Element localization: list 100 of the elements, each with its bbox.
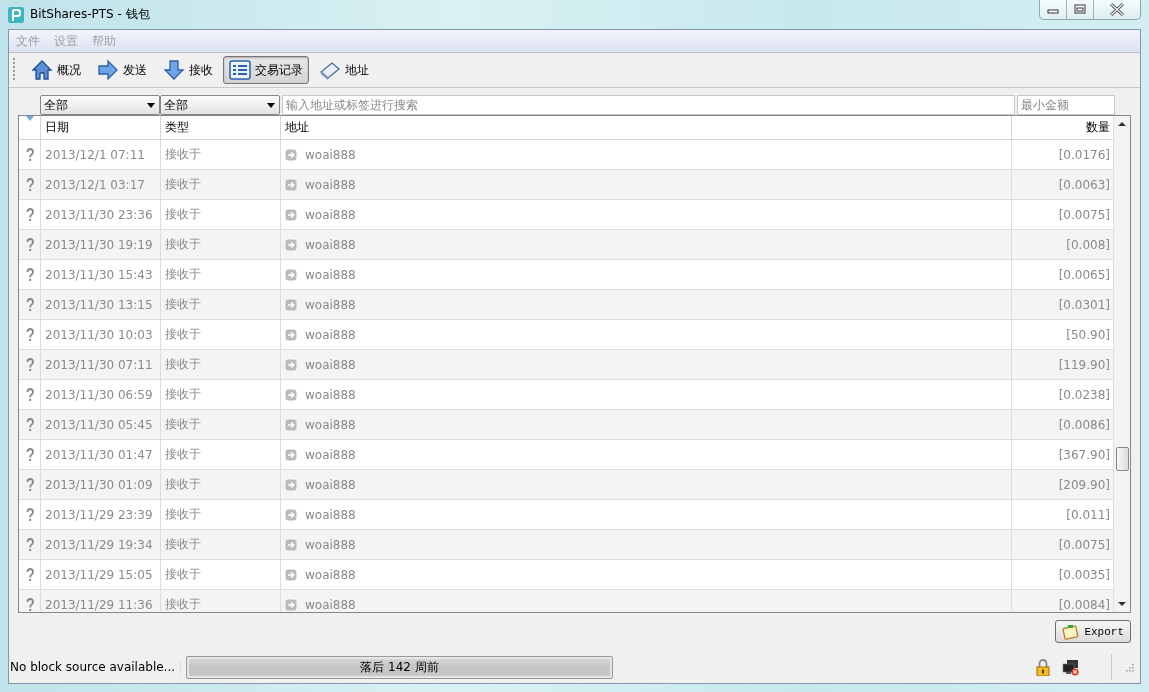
table-cell-text: [209.90] [1057,476,1111,494]
question-mark-icon [25,417,34,432]
question-mark-icon [25,177,34,192]
table-cell: woai888 [305,177,356,192]
question-mark-icon [25,447,34,462]
table-cell: 接收于 [161,410,281,439]
table-cell: 2013/11/30 07:11 [41,350,161,379]
table-cell: woai888 [305,567,356,582]
app-logo-icon [8,6,24,23]
arrow-in-box-icon [285,238,297,251]
table-cell: woai888 [305,327,356,342]
column-header[interactable]: 类型 [161,116,281,139]
arrow-in-box-icon [285,568,297,581]
scrollbar-thumb[interactable] [1115,447,1129,471]
table-cell: woai888 [305,447,356,462]
resize-grip-icon[interactable] [1124,662,1134,672]
arrow-in-box-icon [285,508,297,521]
table-cell: 接收于 [161,350,281,379]
table-cell: woai888 [305,387,356,402]
table-cell: 接收于 [161,440,281,469]
question-mark-icon [25,507,34,522]
table-cell: woai888 [305,477,356,492]
home-icon [31,59,53,81]
table-cell: 2013/11/30 13:15 [41,290,161,319]
dropdown[interactable]: 全部 [160,95,280,115]
table-cell: 接收于 [161,530,281,559]
table-cell: 2013/12/1 07:11 [41,140,161,169]
card-icon [319,60,341,80]
table-cell: 2013/11/30 15:43 [41,260,161,289]
table-cell: 接收于 [161,200,281,229]
table-cell: woai888 [305,507,356,522]
arrow-in-box-icon [285,418,297,431]
column-header[interactable]: 地址 [281,116,1012,139]
arrow-in-box-icon [285,358,297,371]
table-cell: 接收于 [161,560,281,589]
table-cell-text: [0.0238] [1057,386,1111,404]
column-header[interactable]: 数量 [1012,116,1113,139]
question-mark-icon [25,267,34,282]
down-arrow-icon [163,59,185,81]
table-cell: woai888 [305,297,356,312]
arrow-in-box-icon [285,328,297,341]
table-cell: 接收于 [161,230,281,259]
table-cell: woai888 [305,237,356,252]
table-cell: woai888 [305,357,356,372]
table-cell: 接收于 [161,260,281,289]
arrow-in-box-icon [285,178,297,191]
arrow-in-box-icon [285,538,297,551]
search-field[interactable]: 输入地址或标签进行搜索 [282,95,1015,115]
question-mark-icon [25,297,34,312]
toolbar-button[interactable]: 接收 [157,56,219,84]
toolbar-button[interactable]: 概况 [25,56,87,84]
table-cell-text: [0.0075] [1057,536,1111,554]
table-cell: 2013/11/30 23:36 [41,200,161,229]
table-cell: 接收于 [161,380,281,409]
dropdown-arrow-icon [147,102,155,108]
arrow-in-box-icon [285,208,297,221]
question-mark-icon [25,477,34,492]
question-mark-icon [25,537,34,552]
question-mark-icon [25,387,34,402]
table-cell: 2013/11/29 15:05 [41,560,161,589]
table-cell-text: [0.0063] [1057,176,1111,194]
sort-indicator-icon [25,116,34,121]
table-cell: 2013/11/29 19:34 [41,530,161,559]
export-button[interactable]: Export [1055,620,1131,643]
table-cell: 2013/11/30 10:03 [41,320,161,349]
table-cell: woai888 [305,267,356,282]
table-cell: 2013/12/1 03:17 [41,170,161,199]
clipboard-icon [1062,623,1081,640]
table-cell: woai888 [305,597,356,612]
right-arrow-icon [97,59,119,81]
table-cell-text: [367.90] [1057,446,1111,464]
dropdown-value: 全部 [164,96,188,114]
table-cell-text: [0.0086] [1057,416,1111,434]
arrow-in-box-icon [285,478,297,491]
question-mark-icon [25,237,34,252]
question-mark-icon [25,357,34,372]
toolbar-button[interactable]: 交易记录 [223,56,309,84]
arrow-in-box-icon [285,268,297,281]
table-cell: woai888 [305,147,356,162]
table-cell: 接收于 [161,500,281,529]
table-cell: 接收于 [161,470,281,499]
lock-icon [1036,658,1050,676]
toolbar-button[interactable]: 地址 [313,56,375,84]
dropdown[interactable]: 全部 [40,95,160,115]
table-cell: 接收于 [161,290,281,319]
table-cell: 2013/11/30 05:45 [41,410,161,439]
table-cell-text: [0.0301] [1057,296,1111,314]
question-mark-icon [25,207,34,222]
table-cell: 2013/11/30 19:19 [41,230,161,259]
table-cell: woai888 [305,207,356,222]
toolbar-button[interactable]: 发送 [91,56,153,84]
column-header[interactable]: 日期 [41,116,161,139]
progress-label: 落后 142 周前 [360,658,439,676]
min-amount-field[interactable]: 最小金额 [1017,95,1115,115]
table-cell: woai888 [305,417,356,432]
table-cell: 2013/11/30 06:59 [41,380,161,409]
arrow-in-box-icon [285,298,297,311]
table-cell-text: [0.0176] [1057,146,1111,164]
table-cell: 2013/11/29 11:36 [41,590,161,612]
table-cell-text: [0.0075] [1057,206,1111,224]
